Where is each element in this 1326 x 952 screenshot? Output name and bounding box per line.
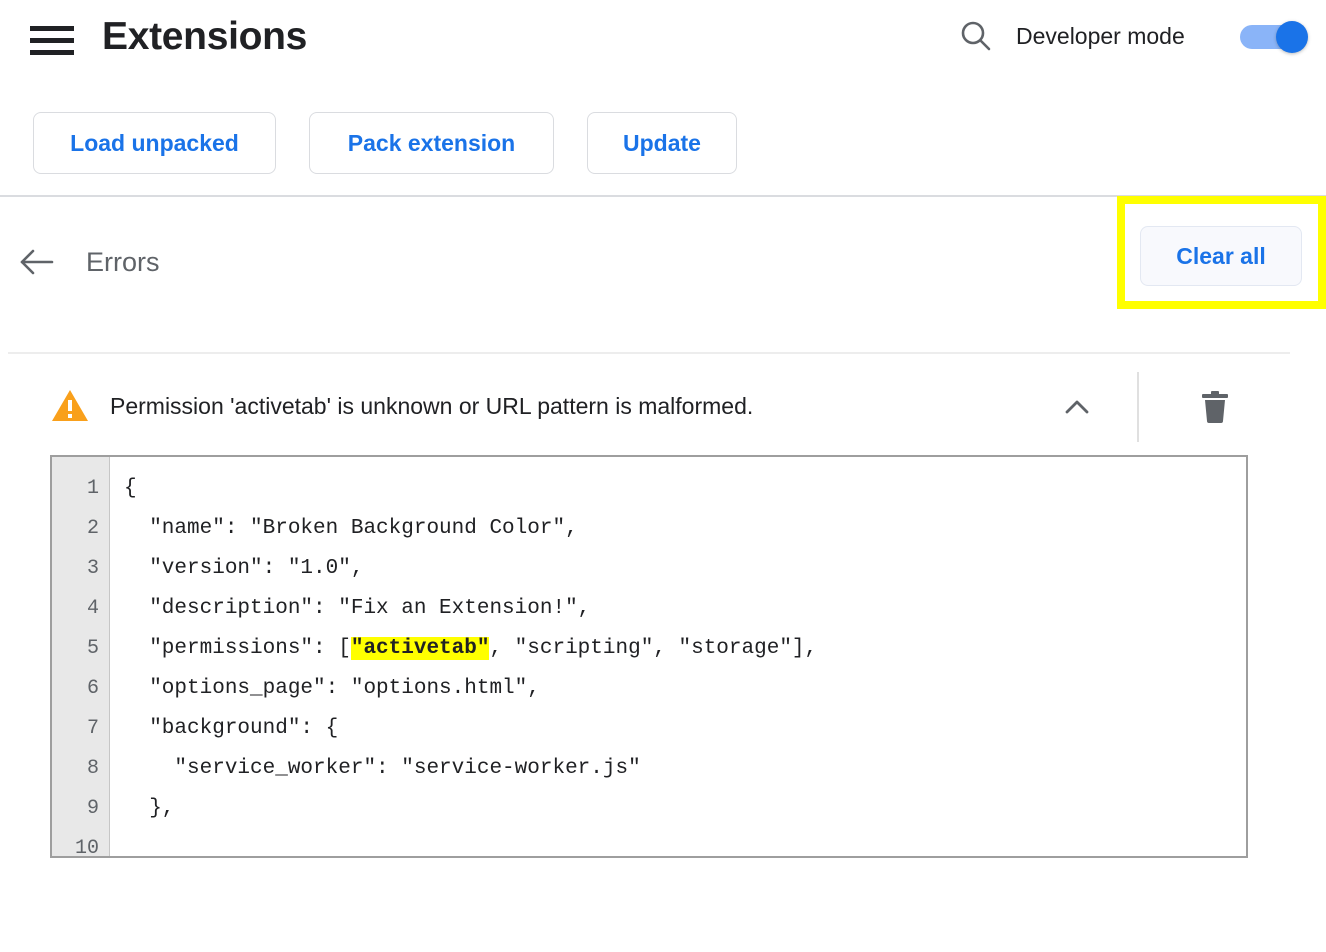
back-arrow-icon[interactable] (14, 240, 62, 284)
line-number: 5 (86, 637, 99, 660)
chevron-up-icon[interactable] (1055, 386, 1099, 430)
top-header: Extensions Developer mode (0, 0, 1326, 80)
header-divider (0, 195, 1326, 197)
code-line: "description": "Fix an Extension!", (124, 597, 591, 620)
page-title: Extensions (102, 15, 308, 58)
error-message-text: Permission 'activetab' is unknown or URL… (110, 393, 754, 419)
highlighted-token: "activetab" (350, 637, 490, 660)
errors-subheader: Errors (0, 210, 1326, 300)
code-line: "service_worker": "service-worker.js" (124, 757, 641, 780)
update-button[interactable]: Update (587, 112, 737, 174)
code-lines[interactable]: { "name": "Broken Background Color", "ve… (110, 457, 1246, 856)
code-line: "version": "1.0", (124, 557, 364, 580)
line-number: 8 (86, 757, 99, 780)
line-number: 1 (86, 477, 99, 500)
errors-title: Errors (86, 247, 160, 277)
hamburger-bar (30, 49, 74, 55)
code-line: { (124, 477, 137, 500)
pack-extension-button[interactable]: Pack extension (309, 112, 554, 174)
code-line: "background": { (124, 717, 339, 740)
line-number: 2 (86, 517, 99, 540)
error-list-item: Permission 'activetab' is unknown or URL… (0, 370, 1326, 442)
line-number: 10 (74, 837, 99, 858)
warning-triangle-icon (50, 386, 90, 426)
developer-mode-toggle[interactable] (1240, 21, 1308, 53)
load-unpacked-button[interactable]: Load unpacked (33, 112, 276, 174)
code-line: "options_page": "options.html", (124, 677, 540, 700)
code-line: "permissions": ["activetab", "scripting"… (124, 637, 818, 660)
line-number: 7 (86, 717, 99, 740)
hamburger-menu-icon[interactable] (30, 20, 74, 60)
search-icon[interactable] (956, 16, 996, 56)
trash-icon[interactable] (1192, 384, 1238, 430)
line-number: 6 (86, 677, 99, 700)
code-line-numbers: 1 2 3 4 5 6 7 8 9 10 (52, 457, 110, 856)
hamburger-bar (30, 25, 74, 31)
clear-all-button[interactable]: Clear all (1140, 226, 1302, 286)
line-number: 9 (86, 797, 99, 820)
developer-mode-label: Developer mode (1016, 23, 1185, 49)
errors-list-divider (8, 352, 1290, 354)
toggle-knob (1276, 21, 1308, 53)
line-number: 4 (86, 597, 99, 620)
code-line: "name": "Broken Background Color", (124, 517, 578, 540)
code-line: }, (124, 797, 175, 820)
manifest-code-viewer: 1 2 3 4 5 6 7 8 9 10 { "name": "Broken B… (50, 455, 1248, 858)
error-actions-divider (1137, 372, 1139, 442)
line-number: 3 (86, 557, 99, 580)
hamburger-bar (30, 37, 74, 43)
